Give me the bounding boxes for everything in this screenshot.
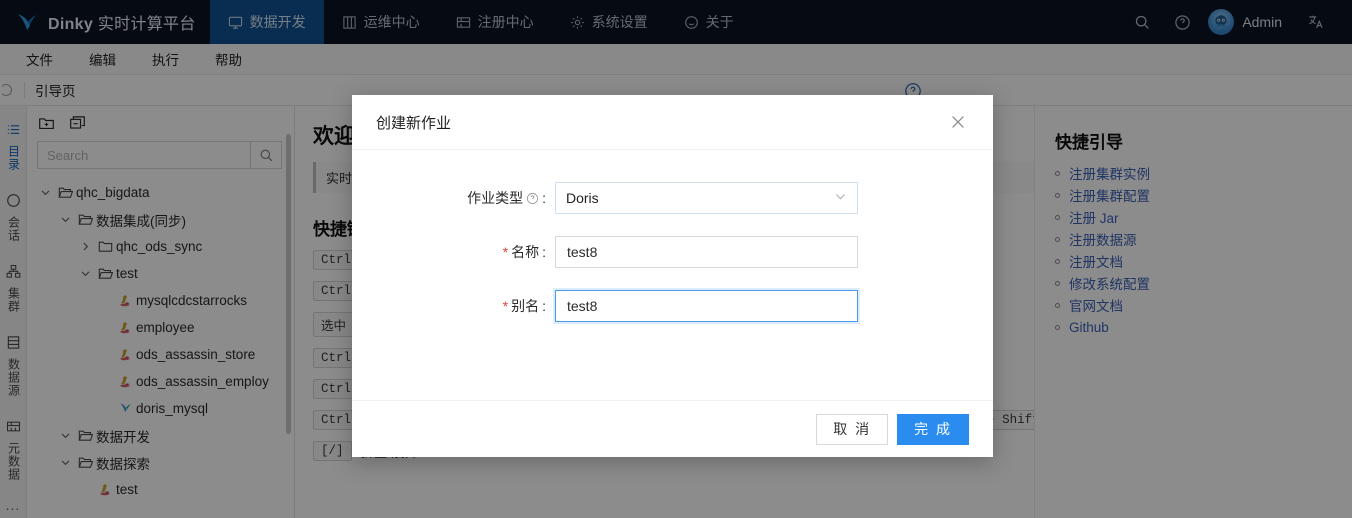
job-type-label-text: 作业类型: [467, 190, 524, 206]
question-circle-icon[interactable]: [526, 192, 539, 205]
required-asterisk: *: [502, 244, 509, 260]
job-type-select[interactable]: Doris: [555, 182, 858, 214]
colon: :: [542, 244, 546, 260]
name-control: [555, 236, 858, 268]
job-type-control: Doris: [555, 182, 858, 214]
colon: :: [542, 190, 546, 206]
alias-input[interactable]: [555, 290, 858, 322]
job-type-label: 作业类型 :: [352, 188, 555, 208]
cancel-button[interactable]: 取 消: [816, 413, 889, 445]
field-row-name: * 名称 :: [352, 236, 993, 268]
alias-control: [555, 290, 858, 322]
chevron-down-icon: [834, 190, 847, 206]
job-type-value: Doris: [566, 190, 599, 206]
colon: :: [542, 298, 546, 314]
alias-label-text: 别名: [511, 298, 540, 314]
name-label-text: 名称: [511, 244, 540, 260]
name-input[interactable]: [555, 236, 858, 268]
alias-label: * 别名 :: [352, 296, 555, 316]
finish-button[interactable]: 完 成: [897, 413, 969, 445]
required-asterisk: *: [502, 298, 509, 314]
close-icon[interactable]: [947, 111, 969, 133]
dialog-footer: 取 消 完 成: [352, 400, 993, 457]
app-root: Dinky 实时计算平台 数据开发 运维中心 注册中心 系统设置 关于 Admi…: [0, 0, 1352, 518]
field-row-alias: * 别名 :: [352, 290, 993, 322]
dialog-header: 创建新作业: [352, 95, 993, 150]
name-label: * 名称 :: [352, 242, 555, 262]
dialog-title: 创建新作业: [376, 114, 452, 132]
dialog-body: 作业类型 : Doris * 名称: test8 * 别名: test8: [352, 150, 993, 400]
field-row-job-type: 作业类型 : Doris: [352, 182, 993, 214]
create-job-dialog: 创建新作业 作业类型 : Doris * 名称: test8 * 别名: t…: [352, 95, 993, 457]
